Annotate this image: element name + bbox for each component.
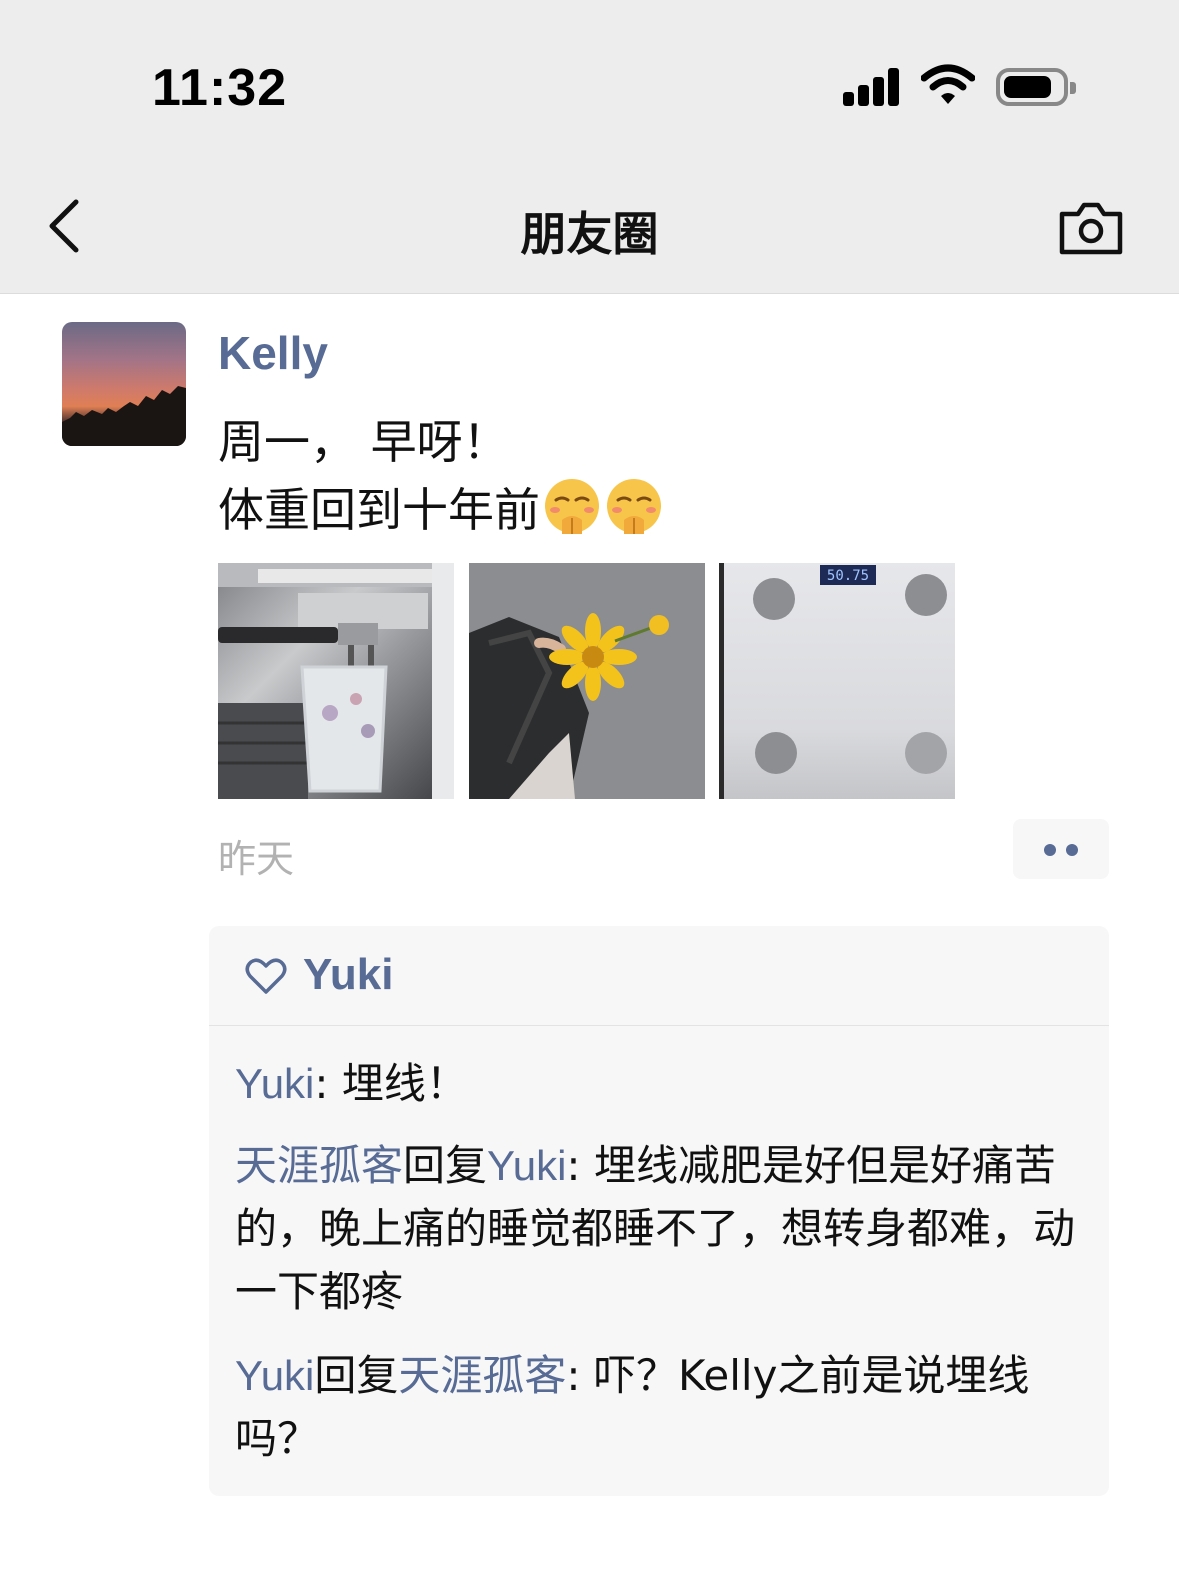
- yellow-flower-photo[interactable]: [469, 563, 705, 799]
- post-text-line-2: 体重回到十年前: [218, 474, 664, 540]
- liker-name[interactable]: Yuki: [303, 950, 394, 1000]
- commenter-name[interactable]: Yuki: [235, 1060, 314, 1107]
- dot-icon: [1066, 844, 1078, 856]
- page-title: 朋友圈: [520, 207, 659, 261]
- post-time: 昨天: [218, 837, 295, 881]
- comment-text: 埋线！: [341, 1059, 468, 1108]
- author-name[interactable]: Kelly: [218, 326, 328, 380]
- avatar[interactable]: [62, 322, 186, 446]
- reply-word: 回复: [403, 1141, 488, 1190]
- post-text: 体重回到十年前: [218, 483, 540, 537]
- clock: 11:32: [152, 59, 288, 117]
- commenter-name[interactable]: 天涯孤客: [235, 1142, 403, 1189]
- post-text-line-1: 周一， 早呀！: [218, 415, 509, 469]
- cellular-signal-icon: [843, 68, 901, 106]
- comment-separator: :: [566, 1141, 594, 1190]
- moments-post: Kelly 周一， 早呀！ 体重回到十年前 50.75 昨天 Yuki Yuki…: [0, 294, 1179, 1544]
- commenter-name[interactable]: Yuki: [235, 1352, 314, 1399]
- scale-reading: 50.75: [827, 568, 869, 584]
- comment-separator: :: [566, 1351, 594, 1400]
- bottom-strip: [0, 1548, 1179, 1575]
- nav-bar: 朋友圈: [0, 160, 1179, 294]
- camera-icon[interactable]: [1058, 200, 1124, 256]
- comment[interactable]: Yuki回复天涯孤客: 吓？Kelly之前是说埋线吗？: [235, 1344, 1095, 1470]
- likes-row: Yuki: [209, 926, 1109, 1026]
- bathroom-scale-photo[interactable]: 50.75: [719, 563, 955, 799]
- comment[interactable]: 天涯孤客回复Yuki: 埋线减肥是好但是好痛苦的，晚上痛的睡觉都睡不了，想转身都…: [235, 1134, 1095, 1323]
- comment[interactable]: Yuki: 埋线！: [235, 1052, 1095, 1115]
- heart-icon: [245, 958, 287, 994]
- shy-face-emoji: [545, 479, 599, 534]
- likes-comments-box: Yuki Yuki: 埋线！ 天涯孤客回复Yuki: 埋线减肥是好但是好痛苦的，…: [209, 926, 1109, 1496]
- coffee-machine-photo[interactable]: [218, 563, 454, 799]
- wifi-icon: [921, 64, 975, 104]
- more-actions-button[interactable]: [1013, 819, 1109, 879]
- battery-icon: [996, 68, 1076, 106]
- reply-to-name[interactable]: 天涯孤客: [398, 1352, 566, 1399]
- shy-face-emoji: [607, 479, 661, 534]
- dot-icon: [1044, 844, 1056, 856]
- comment-separator: :: [314, 1059, 342, 1108]
- status-bar: 11:32: [0, 0, 1179, 160]
- reply-word: 回复: [314, 1351, 399, 1400]
- reply-to-name[interactable]: Yuki: [487, 1142, 566, 1189]
